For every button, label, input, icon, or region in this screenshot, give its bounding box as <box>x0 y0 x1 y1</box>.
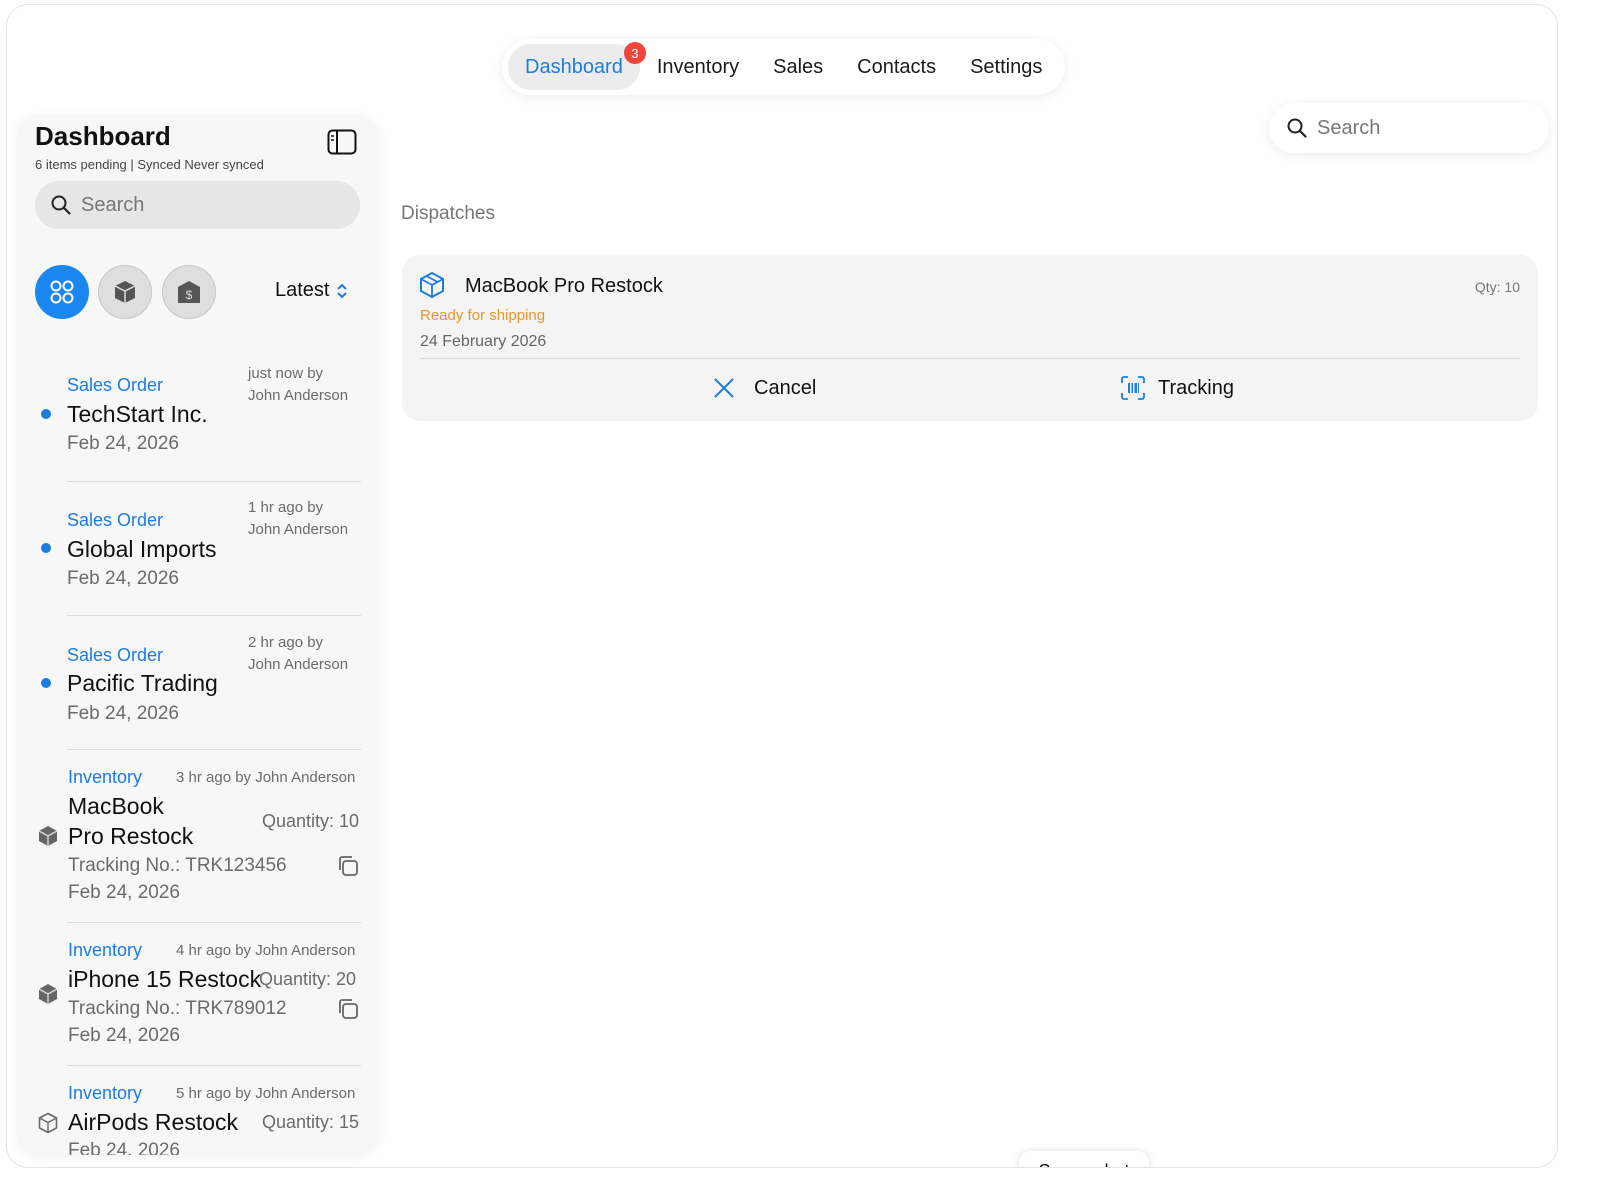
item-quantity: Quantity: 10 <box>262 811 360 831</box>
divider <box>67 481 361 482</box>
chevron-up-down-icon <box>337 283 348 298</box>
item-category: Inventory <box>68 767 143 787</box>
item-meta: 5 hr ago by John Anderson <box>176 1085 356 1102</box>
dispatch-date: 24 February 2026 <box>420 333 547 350</box>
close-icon <box>714 378 734 398</box>
item-date: Feb 24, 2026 <box>68 1140 180 1155</box>
app-window: Dashboard 3 Inventory Sales Contacts Set… <box>6 4 1558 1168</box>
tab-sales-label: Sales <box>773 55 824 78</box>
tab-inventory-label: Inventory <box>656 55 740 78</box>
item-category: Inventory <box>68 940 143 960</box>
item-meta: 2 hr ago by <box>248 634 324 651</box>
item-category: Sales Order <box>67 645 164 665</box>
search-icon <box>51 195 71 215</box>
item-date: Feb 24, 2026 <box>67 433 179 454</box>
item-author: John Anderson <box>248 656 349 673</box>
divider <box>67 1065 361 1066</box>
item-category: Sales Order <box>67 375 164 395</box>
tracking-button[interactable]: Tracking <box>1120 365 1234 411</box>
dispatch-title: MacBook Pro Restock <box>465 275 663 297</box>
box-icon <box>38 984 58 1004</box>
item-quantity: Quantity: 20 <box>259 969 357 989</box>
dispatch-qty: Qty: 10 <box>1474 279 1520 295</box>
sidebar-title: Dashboard <box>35 121 171 151</box>
tab-sales[interactable]: Sales <box>756 44 840 90</box>
divider <box>67 615 361 616</box>
box-icon <box>114 281 136 303</box>
search-icon <box>1287 118 1307 138</box>
sidebar-search-input[interactable] <box>81 193 341 217</box>
item-category: Sales Order <box>67 510 164 530</box>
item-date: Feb 24, 2026 <box>67 568 179 589</box>
sidebar-toggle-icon[interactable] <box>327 129 357 155</box>
item-author: John Anderson <box>248 521 349 538</box>
grid-icon <box>50 280 74 304</box>
tab-dashboard[interactable]: Dashboard 3 <box>508 42 646 90</box>
card-divider <box>420 358 1520 359</box>
tab-contacts[interactable]: Contacts <box>840 44 953 90</box>
item-date: Feb 24, 2026 <box>68 882 180 903</box>
tracking-label: Tracking <box>1158 376 1234 399</box>
item-name: iPhone 15 Restock <box>68 966 262 992</box>
unread-dot <box>41 409 51 419</box>
sort-label: Latest <box>275 279 330 301</box>
section-title: Dispatches <box>401 203 495 224</box>
unread-dot <box>41 678 51 688</box>
filter-sales-button[interactable]: $ <box>162 265 216 319</box>
item-tracking: Tracking No.: TRK789012 <box>68 998 287 1019</box>
barcode-scan-icon <box>1121 376 1145 400</box>
item-meta: 4 hr ago by John Anderson <box>176 942 356 959</box>
tab-settings[interactable]: Settings <box>953 44 1059 90</box>
item-name: Pacific Trading <box>67 670 218 696</box>
main-search-input[interactable] <box>1317 116 1517 140</box>
item-meta: 3 hr ago by John Anderson <box>176 769 356 786</box>
sidebar-search[interactable] <box>35 181 360 229</box>
item-tracking: Tracking No.: TRK123456 <box>68 855 287 876</box>
main-search[interactable] <box>1269 103 1549 153</box>
filter-inventory-button[interactable] <box>98 265 152 319</box>
item-meta: 1 hr ago by <box>248 499 324 516</box>
item-author: John Anderson <box>248 387 349 404</box>
item-name-line1: MacBook <box>68 793 164 819</box>
copy-icon[interactable] <box>337 998 359 1020</box>
divider <box>67 922 361 923</box>
tab-contacts-label: Contacts <box>857 55 937 78</box>
copy-icon[interactable] <box>337 855 359 877</box>
svg-text:$: $ <box>186 288 193 302</box>
item-name: Global Imports <box>67 536 217 562</box>
dispatch-status: Ready for shipping <box>420 307 546 324</box>
item-name: AirPods Restock <box>68 1109 239 1135</box>
tab-inventory[interactable]: Inventory <box>640 44 756 90</box>
item-date: Feb 24, 2026 <box>67 703 179 724</box>
cancel-label: Cancel <box>754 376 817 399</box>
sidebar: Dashboard 6 items pending | Synced Never… <box>17 115 379 1155</box>
sort-dropdown[interactable]: Latest <box>275 279 349 302</box>
top-tab-bar: Dashboard 3 Inventory Sales Contacts Set… <box>502 39 1066 95</box>
item-category: Inventory <box>68 1083 143 1103</box>
filter-all-button[interactable] <box>35 265 89 319</box>
screenshot-tooltip: Screenshot <box>1019 1151 1149 1167</box>
dispatch-card[interactable]: MacBook Pro Restock Qty: 10 Ready for sh… <box>402 255 1538 421</box>
item-meta: just now by <box>248 365 324 382</box>
cancel-button[interactable]: Cancel <box>712 365 816 411</box>
item-name-line2: Pro Restock <box>68 823 194 849</box>
bank-dollar-icon: $ <box>178 281 200 303</box>
item-date: Feb 24, 2026 <box>68 1025 180 1046</box>
tab-dashboard-label: Dashboard <box>525 55 623 78</box>
item-name: TechStart Inc. <box>67 401 208 427</box>
box-icon <box>38 826 58 846</box>
tab-settings-label: Settings <box>970 55 1043 78</box>
sync-status: 6 items pending | Synced Never synced <box>35 157 264 172</box>
box-outline-icon <box>420 271 444 299</box>
unread-dot <box>41 543 51 553</box>
item-quantity: Quantity: 15 <box>262 1112 360 1132</box>
divider <box>67 749 361 750</box>
box-outline-icon <box>38 1112 58 1134</box>
